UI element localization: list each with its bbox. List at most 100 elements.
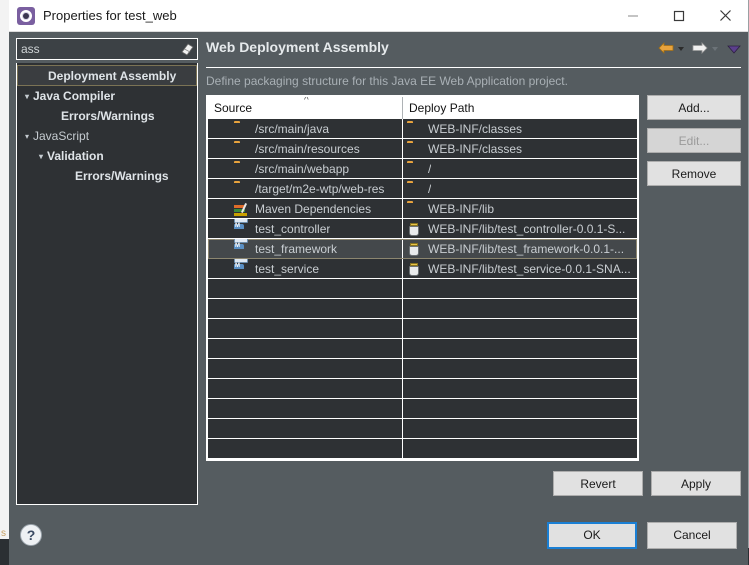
folder-icon [407, 162, 423, 176]
sidebar-item-errors-warnings[interactable]: Errors/Warnings [17, 166, 197, 186]
minimize-icon[interactable] [610, 0, 656, 32]
add-button[interactable]: Add... [647, 95, 741, 120]
maximize-icon[interactable] [656, 0, 702, 32]
table-body[interactable]: /src/main/java WEB-INF/classes/src/main/r… [208, 119, 637, 459]
table-row-empty[interactable] [208, 319, 637, 339]
folder-icon [407, 182, 423, 196]
background-left-strip [0, 0, 9, 539]
chevron-down-icon[interactable]: ▾ [21, 132, 33, 141]
cell-source-empty [208, 299, 403, 318]
table-row-empty[interactable] [208, 359, 637, 379]
cell-deploy-path: / [403, 159, 637, 178]
table-row[interactable]: /target/m2e-wtp/web-res / [208, 179, 637, 199]
table-row-empty[interactable] [208, 339, 637, 359]
column-header-source[interactable]: Source ^ [208, 97, 403, 119]
cell-deploy-path: WEB-INF/lib/test_controller-0.0.1-S... [403, 219, 637, 238]
cell-source-label: test_controller [255, 221, 331, 236]
cell-deploy-path-label: WEB-INF/classes [428, 141, 523, 156]
column-header-deploy-path[interactable]: Deploy Path [403, 97, 637, 119]
chevron-down-icon[interactable]: ▾ [35, 152, 47, 161]
dialog-body: Deployment Assembly▾Java CompilerErrors/… [9, 32, 748, 505]
table-row-empty[interactable] [208, 439, 637, 459]
chevron-down-icon[interactable]: ▾ [21, 92, 33, 101]
table-action-buttons: Add... Edit... Remove [647, 95, 741, 461]
revert-apply-row: Revert Apply [206, 461, 741, 505]
table-row-empty[interactable] [208, 279, 637, 299]
search-input[interactable] [17, 42, 176, 56]
sidebar-item-label: Deployment Assembly [48, 68, 177, 83]
jar-file-icon [407, 242, 423, 256]
back-dropdown-icon[interactable] [676, 41, 686, 55]
table-row[interactable]: /src/main/resources WEB-INF/classes [208, 139, 637, 159]
help-icon[interactable]: ? [20, 524, 42, 546]
title-bar: Properties for test_web [9, 0, 748, 32]
forward-arrow-icon[interactable] [692, 41, 708, 55]
cancel-button[interactable]: Cancel [647, 521, 737, 549]
table-row-empty[interactable] [208, 399, 637, 419]
cell-source-label: test_framework [255, 241, 338, 256]
maven-project-icon: M [234, 239, 250, 256]
table-row-empty[interactable] [208, 299, 637, 319]
table-row[interactable]: Mtest_controller WEB-INF/lib/test_control… [208, 219, 637, 239]
cell-source: /target/m2e-wtp/web-res [208, 179, 403, 198]
cell-source-label: Maven Dependencies [255, 201, 372, 216]
sidebar-item-errors-warnings[interactable]: Errors/Warnings [17, 106, 197, 126]
cell-deploy-path-label: WEB-INF/lib/test_framework-0.0.1-... [428, 241, 625, 256]
header-divider [206, 67, 741, 68]
sidebar-item-label: Java Compiler [33, 89, 116, 103]
cell-deploy-path-empty [403, 279, 637, 298]
cell-source-empty [208, 379, 403, 398]
table-row[interactable]: Mtest_service WEB-INF/lib/test_service-0.… [208, 259, 637, 279]
sidebar-item-java-compiler[interactable]: ▾ Java Compiler [17, 86, 197, 106]
table-row[interactable]: /src/main/webapp / [208, 159, 637, 179]
sidebar-item-label: Validation [47, 149, 104, 163]
table-header-row: Source ^ Deploy Path [208, 97, 637, 119]
revert-button[interactable]: Revert [553, 471, 643, 496]
cell-deploy-path-empty [403, 419, 637, 438]
apply-button[interactable]: Apply [651, 471, 741, 496]
table-row[interactable]: Maven Dependencies WEB-INF/lib [208, 199, 637, 219]
column-header-source-label: Source [214, 101, 253, 115]
table-row-empty[interactable] [208, 379, 637, 399]
view-menu-dropdown-icon[interactable] [727, 41, 741, 55]
jar-file-icon [407, 222, 423, 236]
folder-icon [234, 162, 250, 176]
close-icon[interactable] [702, 0, 748, 32]
table-row[interactable]: /src/main/java WEB-INF/classes [208, 119, 637, 139]
cell-deploy-path: WEB-INF/lib/test_service-0.0.1-SNA... [403, 259, 637, 278]
desktop-backdrop: s or Properties for test_web [0, 0, 749, 565]
cell-source-label: test_service [255, 261, 320, 276]
properties-dialog: Properties for test_web ass Deployment A… [9, 0, 749, 565]
cell-source-empty [208, 399, 403, 418]
clear-icon[interactable] [176, 39, 197, 59]
cell-deploy-path: WEB-INF/lib/test_framework-0.0.1-... [403, 239, 637, 258]
sidebar-item-deployment-assembly[interactable]: Deployment Assembly [17, 65, 197, 86]
table-row-empty[interactable] [208, 419, 637, 439]
cell-source-empty [208, 439, 403, 458]
remove-button[interactable]: Remove [647, 161, 741, 186]
cell-source-label: /src/main/webapp [255, 161, 350, 176]
folder-icon [407, 202, 423, 216]
edit-button: Edit... [647, 128, 741, 153]
cell-source-empty [208, 279, 403, 298]
navigation-arrows [658, 38, 741, 55]
filter-search-box[interactable] [16, 38, 198, 60]
sidebar-item-validation[interactable]: ▾ Validation [17, 146, 197, 166]
cell-source-empty [208, 339, 403, 358]
cell-source-label: /src/main/java [255, 121, 330, 136]
cell-deploy-path: / [403, 179, 637, 198]
main-panel: Web Deployment Assembly Define packaging… [206, 38, 741, 505]
back-arrow-icon[interactable] [658, 41, 674, 55]
ok-button[interactable]: OK [547, 521, 637, 549]
sidebar-item-label: Errors/Warnings [61, 109, 155, 123]
settings-tree[interactable]: Deployment Assembly ▾ Java Compiler Errors/… [16, 63, 198, 505]
properties-gear-icon [17, 6, 35, 25]
cell-source-empty [208, 419, 403, 438]
cell-deploy-path-label: WEB-INF/classes [428, 121, 523, 136]
folder-icon [234, 182, 250, 196]
table-row[interactable]: Mtest_framework WEB-INF/lib/test_framewor… [208, 239, 637, 259]
cell-source: Mtest_service [208, 259, 403, 278]
sidebar-item-javascript[interactable]: ▾ JavaScript [17, 126, 197, 146]
cell-source-label: /target/m2e-wtp/web-res [255, 181, 385, 196]
cell-source-empty [208, 319, 403, 338]
